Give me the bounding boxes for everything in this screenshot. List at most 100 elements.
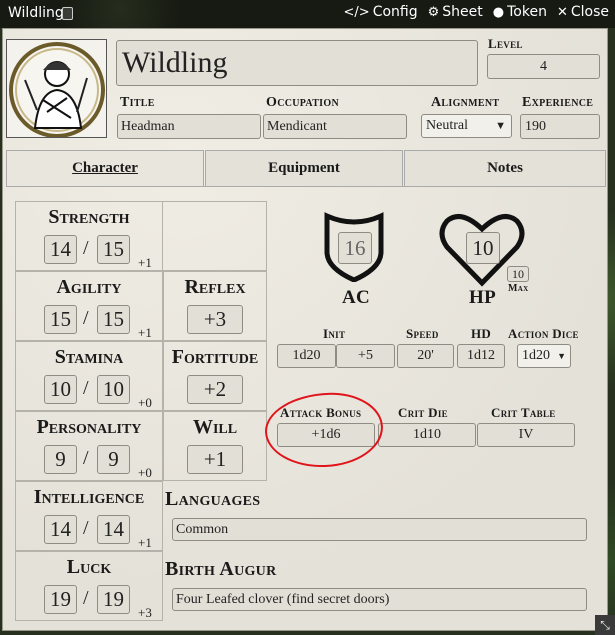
occupation-field[interactable]: Mendicant <box>263 114 407 139</box>
save-value-text: +1 <box>203 447 227 471</box>
resize-handle-icon[interactable]: ⤡ <box>595 615 615 635</box>
languages-field[interactable]: Common <box>172 518 587 541</box>
save-value-text: +3 <box>203 307 227 331</box>
ability-intelligence: Intelligence 14 / 14 +1 <box>15 481 163 551</box>
ability-current-value: 15 <box>50 307 71 331</box>
ability-slash: / <box>83 587 89 609</box>
ability-max[interactable]: 10 <box>97 375 130 404</box>
sheet-label: Sheet <box>442 4 483 20</box>
save-name: Will <box>192 416 238 438</box>
save-placeholder <box>163 201 267 271</box>
ability-strength: Strength 14 / 15 +1 <box>15 201 163 271</box>
ac-value[interactable]: 16 <box>338 232 372 264</box>
save-name: Reflex <box>184 276 246 298</box>
ability-mod: +1 <box>138 255 152 270</box>
save-name: Fortitude <box>171 346 259 368</box>
action-dice-value: 1d20 <box>522 348 550 363</box>
init-mod-field[interactable]: +5 <box>336 344 395 368</box>
ability-slash: / <box>83 517 89 539</box>
speed-label: Speed <box>406 326 439 341</box>
experience-value: 190 <box>525 119 546 134</box>
tab-notes[interactable]: Notes <box>404 150 606 186</box>
ability-max-value: 15 <box>103 237 124 261</box>
ability-current[interactable]: 19 <box>44 585 77 614</box>
ability-current[interactable]: 15 <box>44 305 77 334</box>
lock-icon[interactable] <box>62 7 73 20</box>
ability-max[interactable]: 15 <box>97 305 130 334</box>
ac-label: AC <box>342 287 371 308</box>
close-icon: ✕ <box>556 4 568 20</box>
ability-max[interactable]: 9 <box>97 445 130 474</box>
ability-mod: +1 <box>138 325 152 340</box>
save-reflex: Reflex +3 <box>163 271 267 341</box>
hp-max-label: Max <box>508 283 529 294</box>
annotation-circle <box>263 390 385 470</box>
save-value[interactable]: +1 <box>187 445 243 474</box>
init-label: Init <box>323 326 346 341</box>
save-value[interactable]: +3 <box>187 305 243 334</box>
speed-value: 20' <box>417 348 434 363</box>
level-field[interactable]: 4 <box>487 54 600 79</box>
ability-luck: Luck 19 / 19 +3 <box>15 551 163 621</box>
ability-current[interactable]: 14 <box>44 235 77 264</box>
save-value[interactable]: +2 <box>187 375 243 404</box>
chevron-down-icon: ▼ <box>495 120 506 132</box>
action-dice-label: Action Dice <box>508 326 579 341</box>
tab-character[interactable]: Character <box>6 150 204 186</box>
crit-die-field[interactable]: 1d10 <box>378 423 476 447</box>
ability-current-value: 14 <box>50 237 71 261</box>
hp-max-field[interactable]: 10 <box>507 266 529 282</box>
action-dice-select[interactable]: 1d20 ▼ <box>517 344 571 368</box>
config-button[interactable]: </> Config <box>344 4 418 20</box>
ac-value-text: 16 <box>344 235 366 260</box>
ability-mod: +0 <box>138 465 152 480</box>
ability-max[interactable]: 14 <box>97 515 130 544</box>
alignment-value: Neutral <box>426 118 468 133</box>
title-field[interactable]: Headman <box>117 114 261 139</box>
ability-slash: / <box>83 377 89 399</box>
speed-field[interactable]: 20' <box>397 344 454 368</box>
experience-field[interactable]: 190 <box>520 114 600 139</box>
character-portrait[interactable] <box>6 39 107 138</box>
close-label: Close <box>570 4 609 20</box>
alignment-select[interactable]: Neutral ▼ <box>421 114 512 138</box>
ability-stamina: Stamina 10 / 10 +0 <box>15 341 163 411</box>
save-will: Will +1 <box>163 411 267 481</box>
name-field[interactable]: Wildling <box>116 40 478 86</box>
user-circle-icon: ● <box>492 4 505 20</box>
hp-value[interactable]: 10 <box>466 232 500 264</box>
ability-current-value: 14 <box>50 517 71 541</box>
ability-name: Luck <box>66 556 112 578</box>
ability-personality: Personality 9 / 9 +0 <box>15 411 163 481</box>
hd-value: 1d12 <box>467 348 495 363</box>
ability-max-value: 14 <box>103 517 124 541</box>
ability-current-value: 19 <box>50 587 71 611</box>
level-value: 4 <box>540 59 547 74</box>
ability-current[interactable]: 10 <box>44 375 77 404</box>
ability-name: Personality <box>36 416 142 438</box>
name-value: Wildling <box>122 46 228 79</box>
hp-max-value: 10 <box>512 266 524 281</box>
ability-current[interactable]: 9 <box>44 445 77 474</box>
ability-current[interactable]: 14 <box>44 515 77 544</box>
ability-max[interactable]: 19 <box>97 585 130 614</box>
token-button[interactable]: ● Token <box>493 4 547 20</box>
ability-current-value: 10 <box>50 377 71 401</box>
config-label: Config <box>372 4 418 20</box>
ability-max[interactable]: 15 <box>97 235 130 264</box>
hd-field[interactable]: 1d12 <box>457 344 505 368</box>
ability-max-value: 19 <box>103 587 124 611</box>
crit-table-label: Crit Table <box>491 405 556 420</box>
ability-max-value: 10 <box>103 377 124 401</box>
crit-table-field[interactable]: IV <box>477 423 575 447</box>
tab-equipment-label: Equipment <box>268 160 340 176</box>
tab-divider <box>6 186 606 187</box>
ability-current-value: 9 <box>55 447 66 471</box>
init-die-field[interactable]: 1d20 <box>277 344 336 368</box>
sheet-button[interactable]: ⚙ Sheet <box>428 4 483 20</box>
tab-equipment[interactable]: Equipment <box>205 150 403 186</box>
ability-mod: +1 <box>138 535 152 550</box>
birth-augur-field[interactable]: Four Leafed clover (find secret doors) <box>172 588 587 611</box>
alignment-label: Alignment <box>431 95 500 110</box>
close-button[interactable]: ✕ Close <box>557 4 609 20</box>
